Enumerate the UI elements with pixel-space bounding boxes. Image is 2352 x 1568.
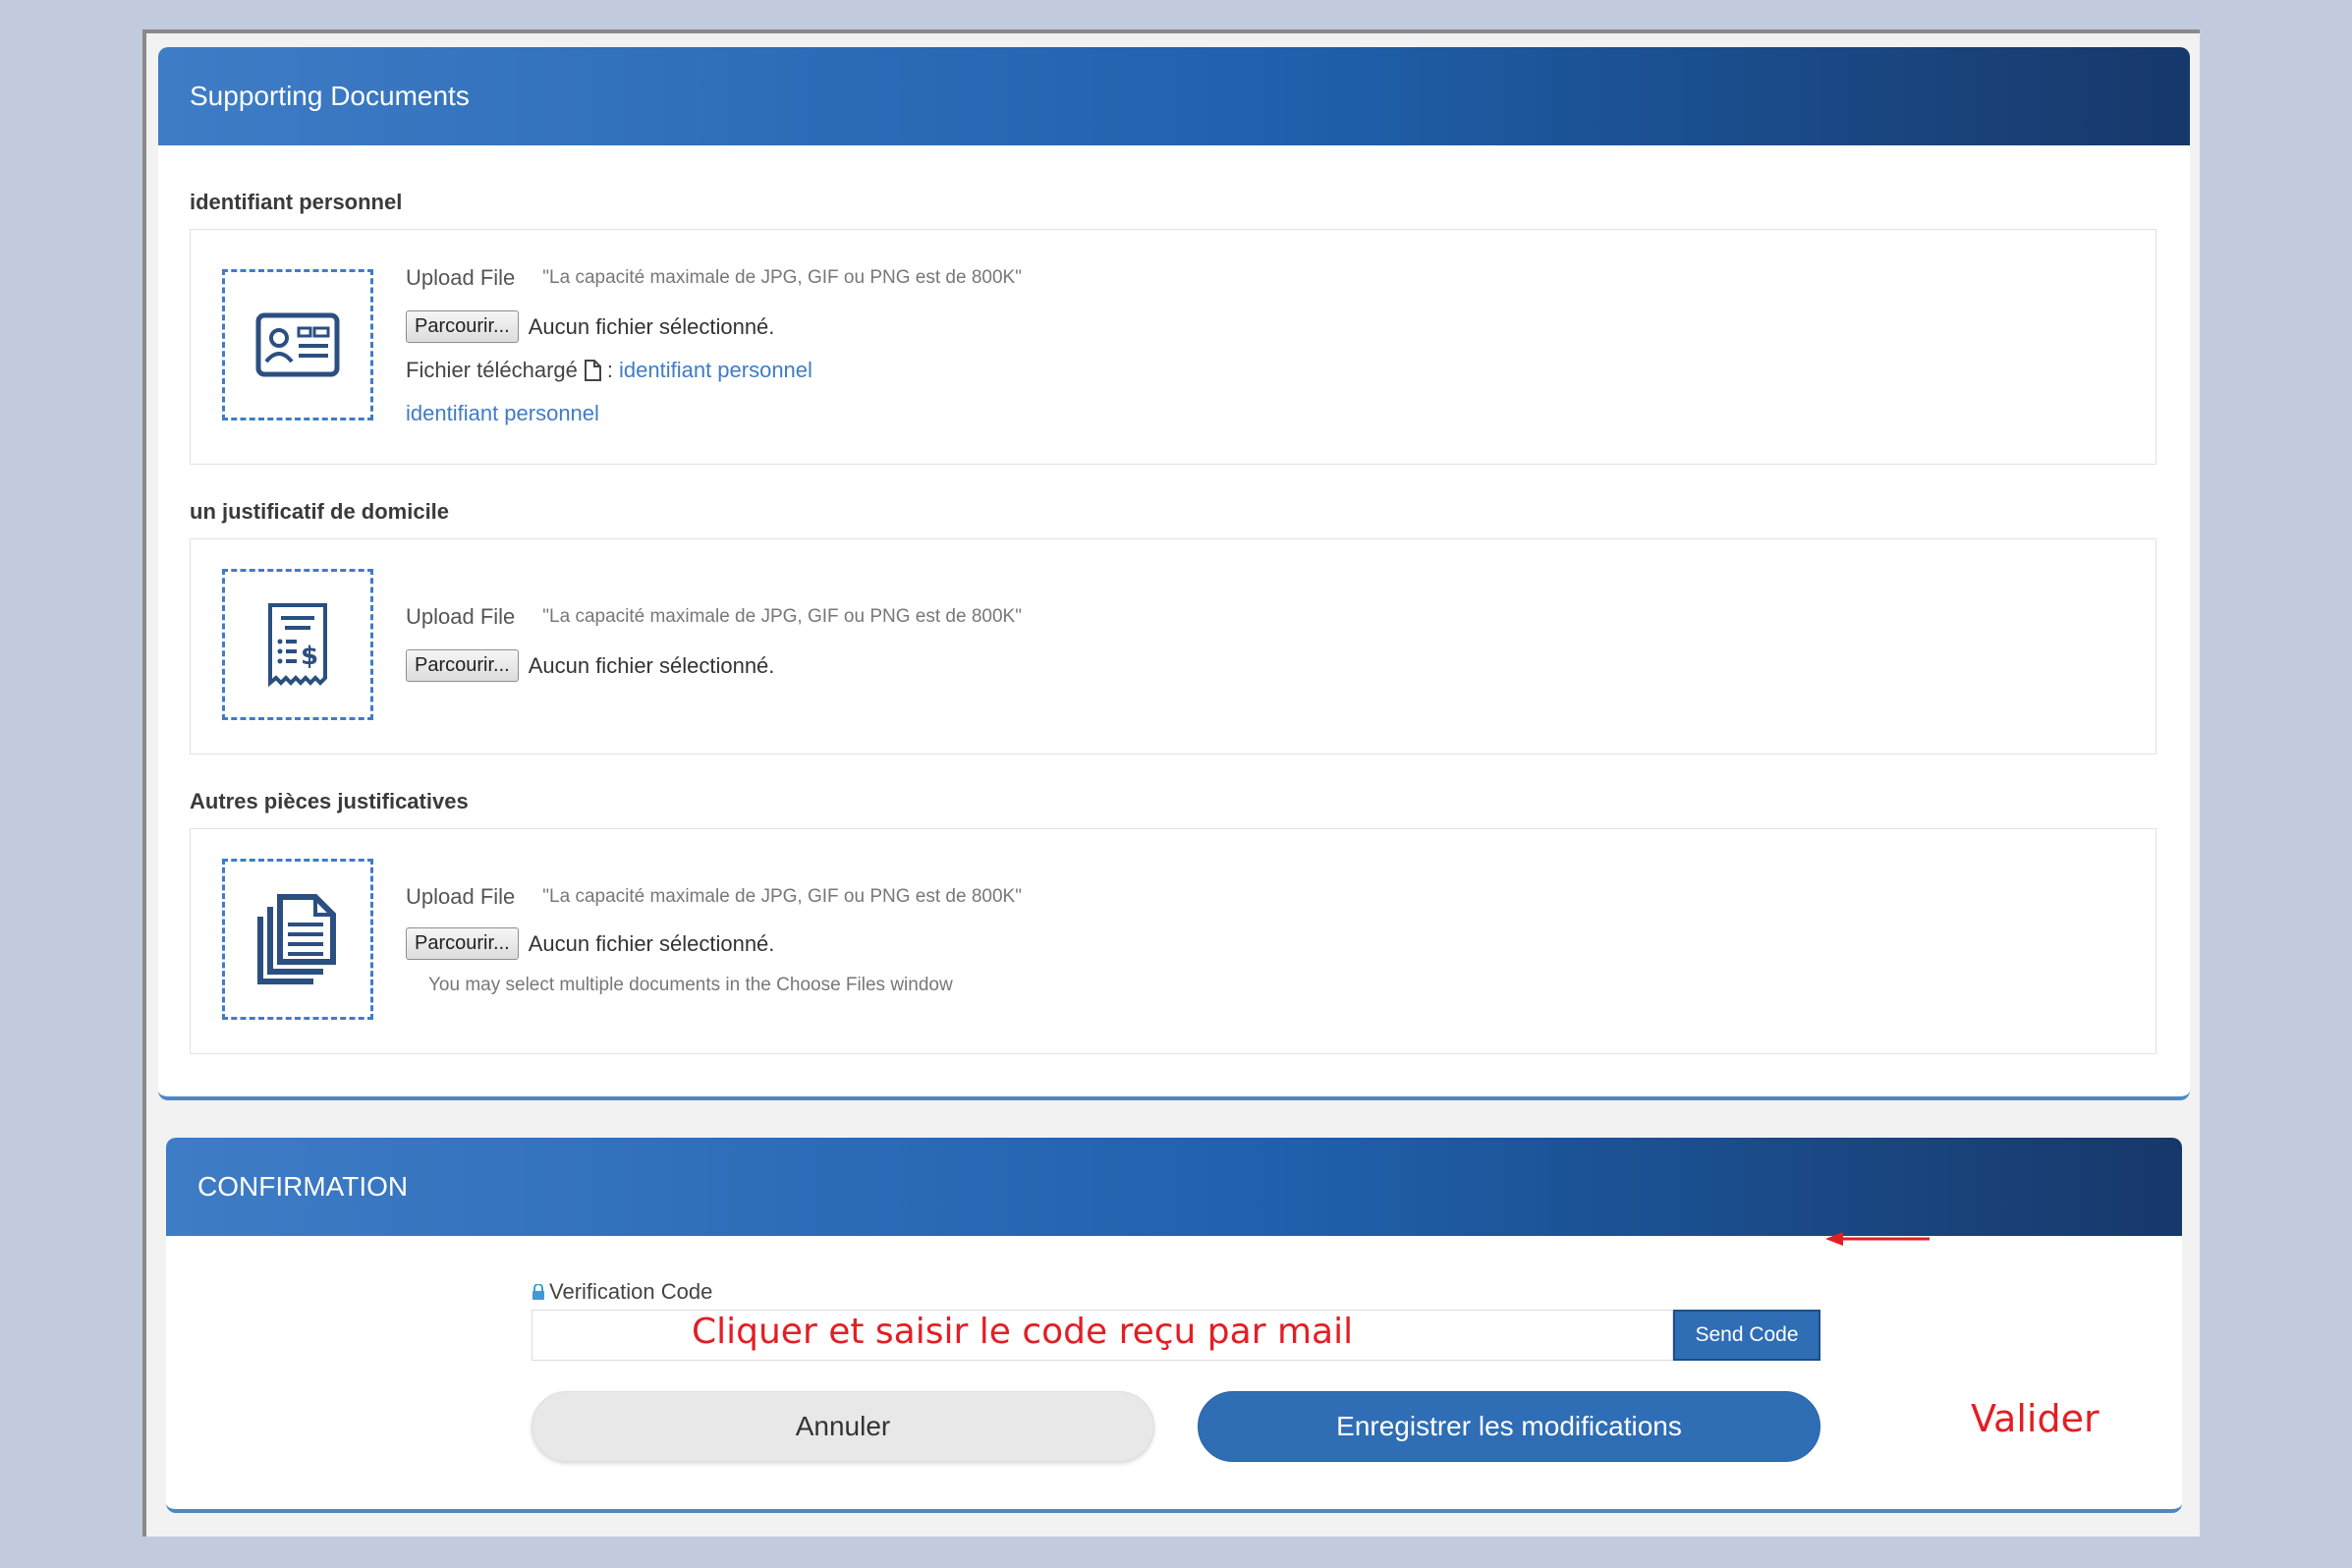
save-changes-button[interactable]: Enregistrer les modifications [1198, 1391, 1820, 1462]
no-file-text: Aucun fichier sélectionné. [528, 313, 775, 339]
upload-hint: "La capacité maximale de JPG, GIF ou PNG… [542, 606, 1022, 627]
upload-hint: "La capacité maximale de JPG, GIF ou PNG… [542, 267, 1022, 288]
confirmation-title: CONFIRMATION [197, 1171, 409, 1202]
browse-button-autres[interactable]: Parcourir... [406, 927, 519, 960]
upload-row-autres: Upload File "La capacité maximale de JPG… [406, 884, 1022, 910]
upload-card-autres: Upload File "La capacité maximale de JPG… [190, 828, 2156, 1054]
multi-select-note: You may select multiple documents in the… [428, 975, 953, 995]
dropzone-autres[interactable] [222, 859, 373, 1020]
supporting-documents-header: Supporting Documents [158, 47, 2190, 145]
uploaded-row-identifiant: Fichier téléchargé : identifiant personn… [406, 358, 812, 383]
identifiant-link[interactable]: identifiant personnel [406, 401, 599, 426]
browse-button-identifiant[interactable]: Parcourir... [406, 310, 519, 343]
upload-row-identifiant: Upload File "La capacité maximale de JPG… [406, 265, 1022, 291]
file-row-autres: Parcourir... Aucun fichier sélectionné. [406, 927, 774, 960]
upload-label: Upload File [406, 604, 516, 629]
upload-row-domicile: Upload File "La capacité maximale de JPG… [406, 604, 1022, 630]
cancel-button[interactable]: Annuler [532, 1391, 1154, 1462]
verification-label-text: Verification Code [549, 1279, 713, 1304]
browse-button-domicile[interactable]: Parcourir... [406, 649, 519, 682]
panel-title: Supporting Documents [190, 81, 470, 111]
confirmation-header: CONFIRMATION [166, 1138, 2182, 1236]
file-row-identifiant: Parcourir... Aucun fichier sélectionné. [406, 310, 774, 343]
documents-icon [257, 894, 336, 984]
lock-icon [532, 1284, 544, 1300]
file-icon [584, 360, 601, 381]
upload-card-domicile: $ Upload File "La capacité maximale de J… [190, 538, 2156, 755]
uploaded-label: Fichier téléchargé [406, 358, 578, 382]
uploaded-separator: : [606, 358, 613, 382]
upload-hint: "La capacité maximale de JPG, GIF ou PNG… [542, 886, 1022, 907]
red-arrow-annotation [1825, 1232, 1930, 1246]
upload-label: Upload File [406, 265, 516, 290]
svg-text:$: $ [301, 642, 318, 671]
section-title-domicile: un justificatif de domicile [190, 499, 450, 524]
receipt-icon: $ [268, 603, 327, 687]
no-file-text: Aucun fichier sélectionné. [528, 652, 775, 678]
confirmation-panel: CONFIRMATION Verification Code Cliquer e… [166, 1138, 2182, 1513]
send-code-button[interactable]: Send Code [1673, 1310, 1820, 1361]
dropzone-domicile[interactable]: $ [222, 569, 373, 720]
upload-label: Upload File [406, 884, 516, 909]
instruction-annotation: Cliquer et saisir le code reçu par mail [692, 1312, 1354, 1352]
no-file-text: Aucun fichier sélectionné. [528, 930, 775, 956]
upload-card-identifiant: Upload File "La capacité maximale de JPG… [190, 229, 2156, 465]
id-card-icon [255, 312, 340, 377]
section-title-autres: Autres pièces justificatives [190, 789, 469, 813]
supporting-documents-panel: Supporting Documents identifiant personn… [158, 47, 2190, 1100]
dropzone-identifiant[interactable] [222, 269, 373, 420]
uploaded-file-link[interactable]: identifiant personnel [619, 358, 812, 383]
validate-annotation: Valider [1971, 1397, 2100, 1440]
page-frame: Supporting Documents identifiant personn… [142, 29, 2200, 1537]
file-row-domicile: Parcourir... Aucun fichier sélectionné. [406, 649, 774, 682]
section-title-identifiant: identifiant personnel [190, 190, 403, 214]
verification-label: Verification Code [532, 1279, 712, 1305]
